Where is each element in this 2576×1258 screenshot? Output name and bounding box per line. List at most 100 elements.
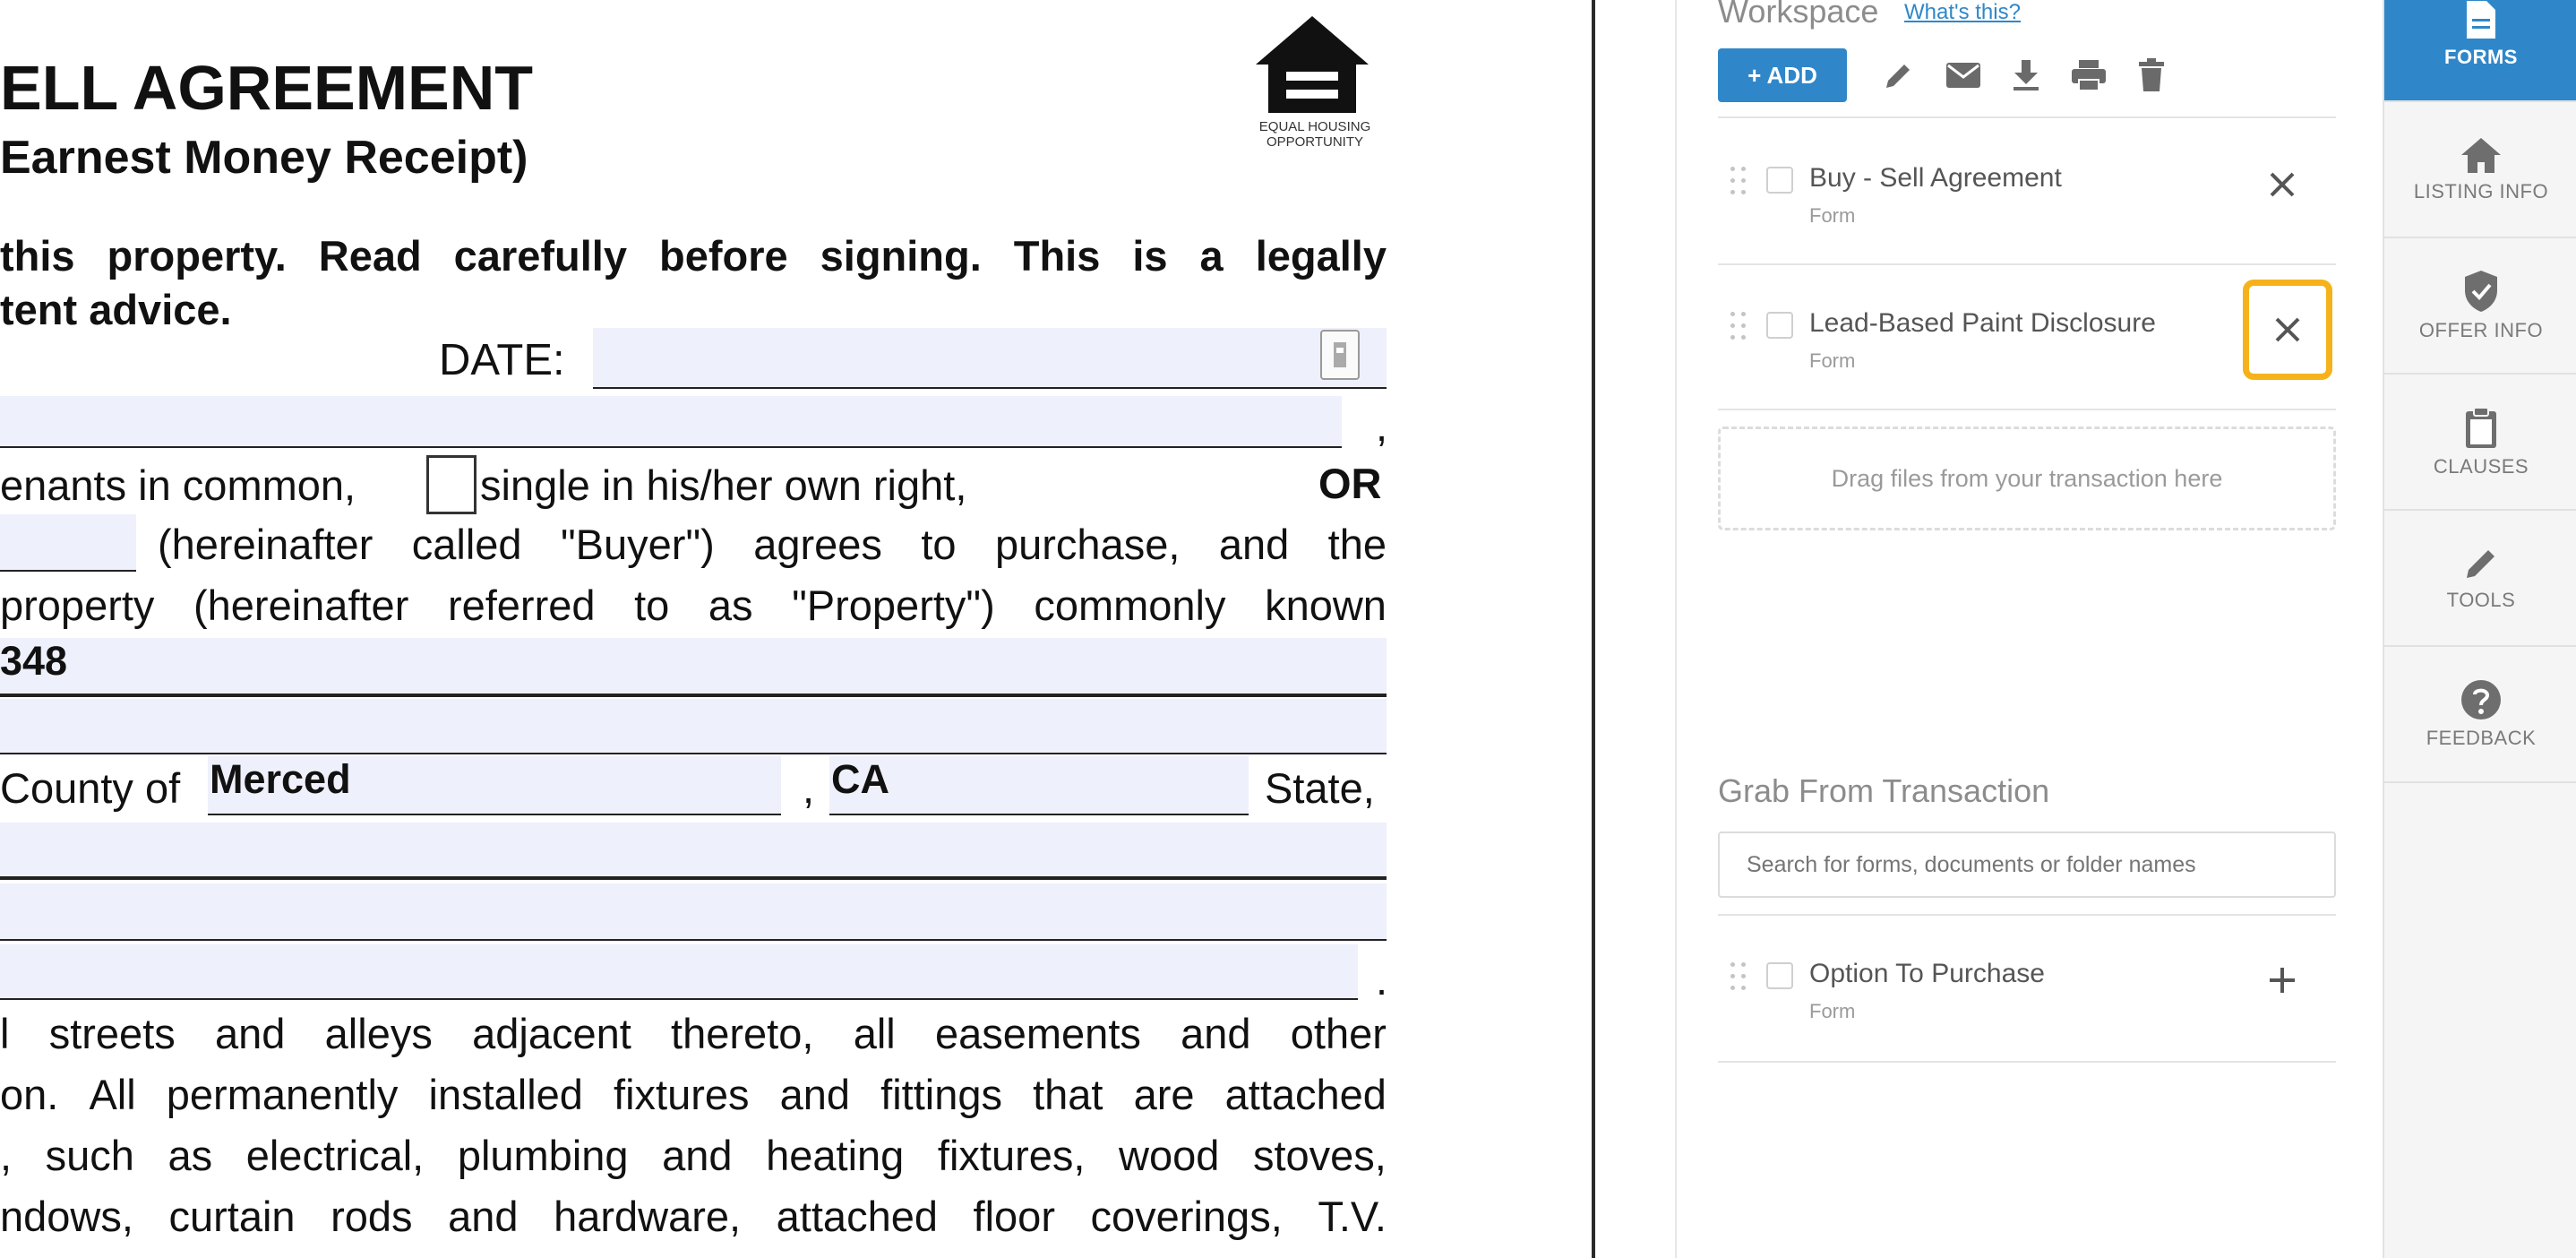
state-field[interactable] xyxy=(829,756,1249,814)
drag-handle-icon[interactable] xyxy=(1730,167,1747,197)
workspace-item[interactable]: Buy - Sell Agreement Form xyxy=(1718,134,2336,260)
legal-description-field-2[interactable] xyxy=(0,883,1387,939)
item-name[interactable]: Lead-Based Paint Disclosure xyxy=(1809,308,2156,339)
item-separator xyxy=(1718,409,2336,410)
document-word: heating xyxy=(766,1132,905,1179)
document-word: curtain xyxy=(168,1193,296,1240)
nav-label: FEEDBACK xyxy=(2426,727,2537,749)
dropzone-text: Drag files from your transaction here xyxy=(1831,464,2223,492)
date-label: DATE: xyxy=(439,336,565,384)
item-type: Form xyxy=(1809,349,1856,372)
document-word: and xyxy=(1181,1010,1251,1057)
document-word: wood xyxy=(1119,1132,1220,1179)
or-text: OR xyxy=(1318,460,1382,507)
nav-forms[interactable]: FORMS xyxy=(2384,0,2576,102)
item-checkbox[interactable] xyxy=(1766,962,1793,989)
whats-this-link[interactable]: What's this? xyxy=(1904,0,2021,25)
grab-from-transaction-title: Grab From Transaction xyxy=(1718,772,2050,809)
drag-handle-icon[interactable] xyxy=(1730,312,1747,342)
remove-item-button-highlighted[interactable] xyxy=(2243,280,2332,380)
legal-underline-1 xyxy=(0,876,1387,880)
state-label: State, xyxy=(1265,764,1375,812)
buyer-name-field[interactable] xyxy=(0,396,1342,446)
document-icon xyxy=(2467,1,2495,39)
add-button[interactable]: + ADD xyxy=(1718,48,1847,102)
question-icon xyxy=(2461,680,2501,719)
buyer-extra-field[interactable] xyxy=(0,514,136,570)
workspace-title: Workspace xyxy=(1718,0,1879,30)
file-dropzone[interactable]: Drag files from your transaction here xyxy=(1718,427,2336,530)
transaction-item[interactable]: Option To Purchase Form xyxy=(1718,930,2336,1056)
document-word: and xyxy=(448,1193,519,1240)
document-word: that xyxy=(1033,1071,1103,1118)
item-type: Form xyxy=(1809,1000,1856,1022)
state-value: CA xyxy=(831,756,889,802)
item-name[interactable]: Buy - Sell Agreement xyxy=(1809,163,2062,194)
tenants-text: enants in common, xyxy=(0,461,356,509)
document-word: hardware, xyxy=(554,1193,742,1240)
document-word: installed xyxy=(428,1071,583,1118)
nav-feedback[interactable]: FEEDBACK xyxy=(2384,647,2576,783)
single-text: single in his/her own right, xyxy=(480,461,967,509)
envelope-icon[interactable] xyxy=(1944,56,1983,95)
nav-clauses[interactable]: CLAUSES xyxy=(2384,375,2576,511)
paragraph-line-1: l streets and alleys adjacent thereto, all ease… xyxy=(0,1009,1387,1058)
add-button-label: + ADD xyxy=(1747,61,1817,89)
document-word: to xyxy=(634,582,670,629)
document-word: alleys xyxy=(324,1010,433,1057)
document-word: stoves, xyxy=(1252,1132,1387,1179)
warning-line-1: this property. Read carefully before sig… xyxy=(0,232,1387,280)
pencil-icon[interactable] xyxy=(1879,56,1919,95)
county-value: Merced xyxy=(210,756,351,802)
nav-label: FORMS xyxy=(2444,46,2518,68)
document-word: known xyxy=(1265,582,1387,629)
item-checkbox[interactable] xyxy=(1766,312,1793,339)
download-icon[interactable] xyxy=(2006,56,2046,95)
item-name[interactable]: Option To Purchase xyxy=(1809,959,2045,989)
nav-tools[interactable]: TOOLS xyxy=(2384,511,2576,647)
print-icon[interactable] xyxy=(2069,56,2108,95)
trash-icon[interactable] xyxy=(2132,56,2171,95)
workspace-item[interactable]: Lead-Based Paint Disclosure Form xyxy=(1718,280,2336,405)
single-checkbox[interactable] xyxy=(426,455,477,514)
document-word: (hereinafter xyxy=(193,582,409,629)
nav-label: TOOLS xyxy=(2446,589,2516,611)
date-picker-icon[interactable] xyxy=(1320,330,1360,380)
item-checkbox[interactable] xyxy=(1766,167,1793,194)
date-field[interactable] xyxy=(593,328,1387,387)
home-icon xyxy=(2461,138,2501,173)
address-field-2[interactable] xyxy=(0,699,1387,753)
document-word: easements xyxy=(934,1010,1141,1057)
close-icon[interactable] xyxy=(2271,314,2304,346)
house-icon xyxy=(1256,16,1369,113)
right-navigation: FORMS LISTING INFO OFFER INFO CLAUSES TO… xyxy=(2383,0,2576,1258)
drag-handle-icon[interactable] xyxy=(1730,962,1747,993)
plus-icon[interactable] xyxy=(2266,964,2298,996)
document-word: All xyxy=(89,1071,136,1118)
document-word: referred xyxy=(447,582,596,629)
close-icon[interactable] xyxy=(2266,168,2298,201)
equal-housing-logo xyxy=(1247,13,1378,120)
paragraph-line-3: , such as electrical, plumbing and heating fixt… xyxy=(0,1131,1387,1180)
buyer-name-underline xyxy=(0,446,1342,448)
document-word: are xyxy=(1133,1071,1195,1118)
nav-label: LISTING INFO xyxy=(2413,180,2549,202)
legal-description-field-3[interactable] xyxy=(0,944,1358,998)
state-underline xyxy=(829,814,1249,815)
transaction-search-input[interactable] xyxy=(1718,831,2336,898)
legal-description-field-1[interactable] xyxy=(0,823,1387,878)
county-comma: , xyxy=(803,764,815,812)
property-text-row: property (hereinafter referred to as "Propert… xyxy=(0,581,1387,630)
nav-listing-info[interactable]: LISTING INFO xyxy=(2384,102,2576,238)
document-word: and xyxy=(779,1071,851,1118)
document-word: ndows, xyxy=(0,1193,133,1240)
pencil-icon xyxy=(2467,550,2494,578)
address-field[interactable] xyxy=(0,638,1387,694)
nav-offer-info[interactable]: OFFER INFO xyxy=(2384,238,2576,375)
document-subtitle: Earnest Money Receipt) xyxy=(0,132,528,184)
legal-underline-3 xyxy=(0,998,1358,1000)
county-underline xyxy=(208,814,781,815)
document-word: as xyxy=(708,582,753,629)
document-word: T.V. xyxy=(1318,1193,1387,1240)
document-word: thereto, xyxy=(671,1010,814,1057)
